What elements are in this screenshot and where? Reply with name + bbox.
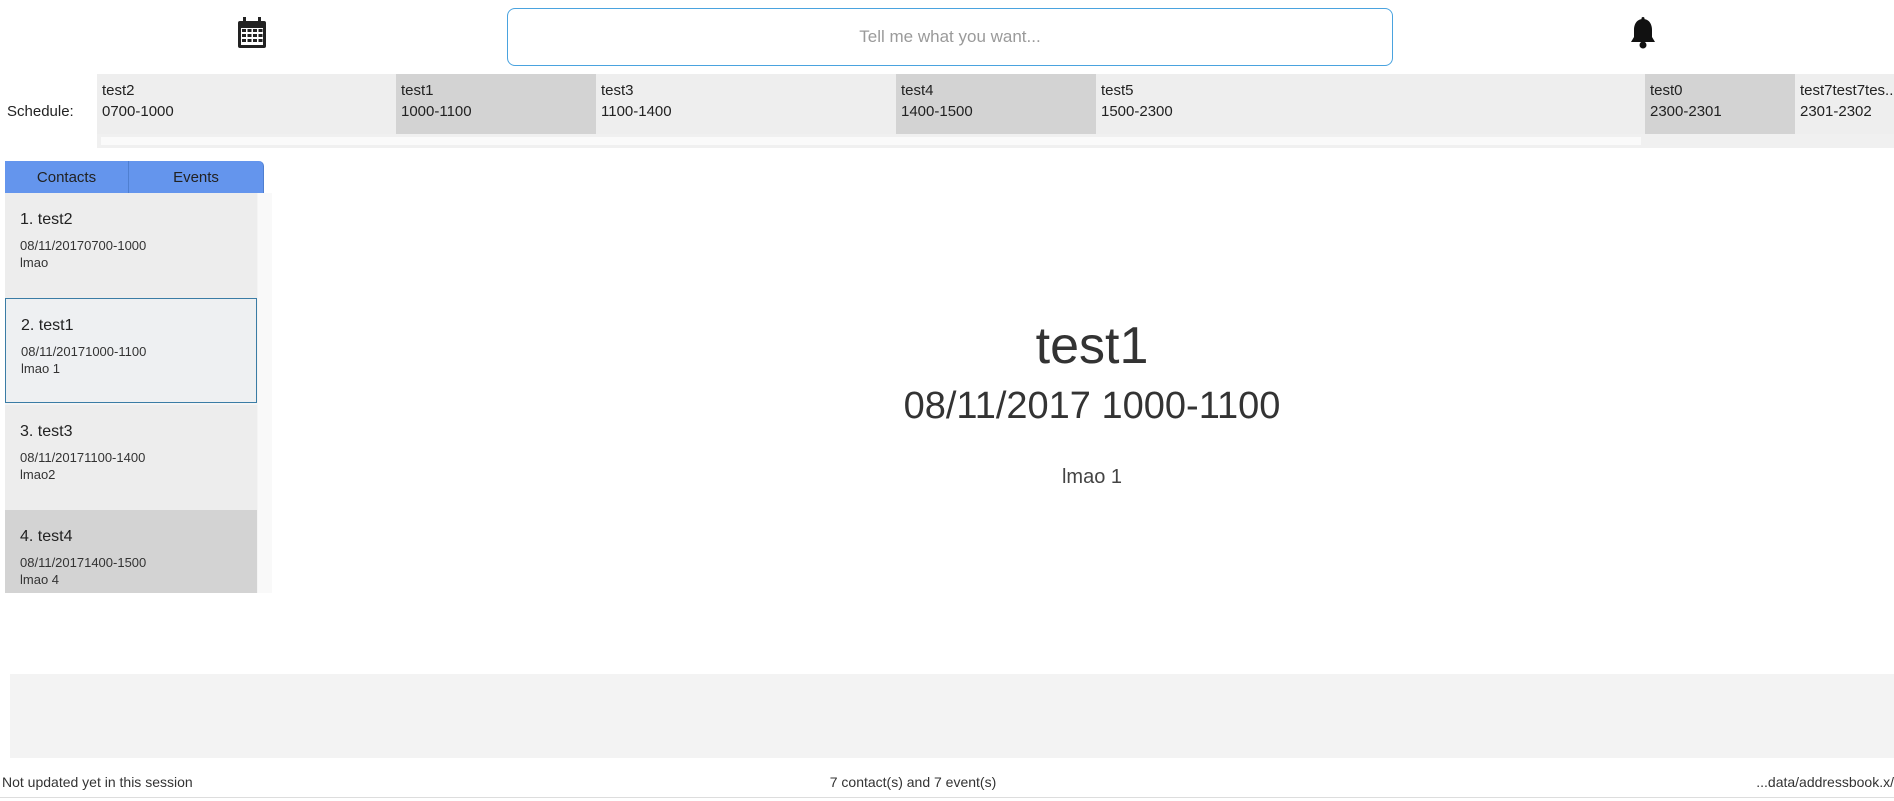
tab-events[interactable]: Events [129, 161, 264, 193]
schedule-slot[interactable]: test0 2300-2301 [1645, 74, 1795, 134]
list-item-selected[interactable]: 2. test1 08/11/20171000-1100 lmao 1 [5, 298, 257, 403]
schedule-slot[interactable]: test2 0700-1000 [97, 74, 396, 134]
event-datetime: 08/11/20170700-1000 [20, 238, 147, 253]
command-input[interactable]: Tell me what you want... [507, 8, 1393, 66]
detail-event-datetime: 08/11/2017 1000-1100 [903, 385, 1281, 427]
list-item[interactable]: 4. test4 08/11/20171400-1500 lmao 4 [5, 510, 257, 593]
slot-time: 1100-1400 [601, 103, 672, 120]
event-name: 1. test2 [20, 211, 73, 228]
status-bar: Not updated yet in this session 7 contac… [0, 771, 1894, 795]
slot-name: test2 [102, 82, 135, 99]
schedule-slot[interactable]: test3 1100-1400 [596, 74, 896, 134]
command-placeholder: Tell me what you want... [859, 27, 1041, 46]
schedule-timeline: test2 0700-1000 test1 1000-1100 test3 11… [97, 74, 1894, 134]
count-status: 7 contact(s) and 7 event(s) [829, 774, 997, 790]
slot-time: 1000-1100 [401, 103, 472, 120]
event-datetime: 08/11/20171400-1500 [20, 555, 147, 570]
event-address: lmao [20, 255, 49, 270]
slot-time: 1500-2300 [1101, 103, 1173, 120]
event-name: 2. test1 [21, 317, 74, 334]
save-location: ...data/addressbook.x/ [1756, 774, 1894, 790]
slot-name: test0 [1650, 82, 1683, 99]
list-item[interactable]: 1. test2 08/11/20170700-1000 lmao [5, 193, 257, 298]
event-name: 4. test4 [20, 528, 73, 545]
schedule-slot[interactable]: test4 1400-1500 [896, 74, 1096, 134]
detail-event-name: test1 [1035, 317, 1149, 375]
event-datetime: 08/11/20171000-1100 [21, 344, 147, 359]
slot-time: 2301-2302 [1800, 103, 1872, 120]
schedule-slot[interactable]: test1 1000-1100 [396, 74, 596, 134]
event-name: 3. test3 [20, 423, 73, 440]
calendar-icon[interactable] [236, 16, 268, 50]
event-address: lmao2 [20, 467, 56, 482]
list-scrollbar[interactable] [258, 193, 272, 593]
event-detail-panel: test1 08/11/2017 1000-1100 lmao 1 [272, 310, 1894, 489]
schedule-slot[interactable]: test5 1500-2300 [1096, 74, 1645, 134]
timeline-scrollbar[interactable] [97, 134, 1894, 148]
event-datetime: 08/11/20171100-1400 [20, 450, 146, 465]
detail-event-address: lmao 1 [1061, 466, 1123, 488]
slot-name: test1 [401, 82, 434, 99]
slot-name: test7test7tes... [1800, 82, 1894, 99]
schedule-slot[interactable]: test7test7tes... 2301-2302 [1795, 74, 1894, 134]
event-address: lmao 4 [20, 572, 60, 587]
list-tabs: Contacts Events [5, 161, 264, 193]
divider [0, 797, 1894, 798]
list-item[interactable]: 3. test3 08/11/20171100-1400 lmao2 [5, 405, 257, 510]
event-address: lmao 1 [21, 361, 61, 376]
slot-time: 0700-1000 [102, 103, 174, 120]
tab-contacts[interactable]: Contacts [5, 161, 129, 193]
schedule-label: Schedule: [7, 103, 74, 120]
top-bar: Tell me what you want... [0, 0, 1894, 72]
bell-icon[interactable] [1628, 17, 1658, 49]
slot-name: test5 [1101, 82, 1134, 99]
slot-name: test4 [901, 82, 934, 99]
slot-name: test3 [601, 82, 634, 99]
slot-time: 2300-2301 [1650, 103, 1722, 120]
event-list: 1. test2 08/11/20170700-1000 lmao 2. tes… [5, 193, 272, 593]
slot-time: 1400-1500 [901, 103, 973, 120]
timeline-scrollbar-thumb[interactable] [101, 137, 1641, 145]
result-display[interactable] [10, 674, 1894, 758]
